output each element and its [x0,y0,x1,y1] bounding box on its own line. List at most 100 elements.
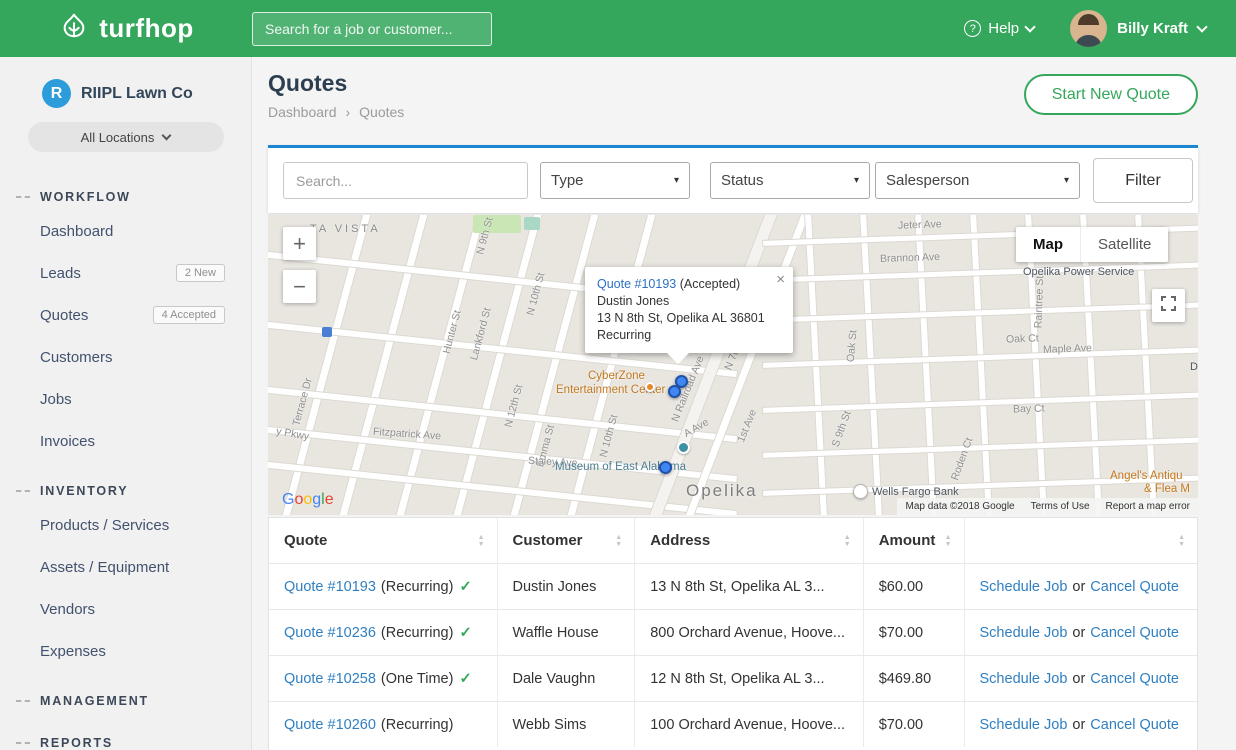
table-header-customer[interactable]: Customer▲▼ [498,518,636,563]
terms-of-use-link[interactable]: Terms of Use [1031,501,1090,512]
nav-section-header[interactable]: REPORTS [0,728,251,750]
quote-type: (Recurring) [381,717,454,733]
quote-marker[interactable] [668,385,681,398]
poi-museum-icon[interactable] [677,441,690,454]
map-type-satellite-button[interactable]: Satellite [1080,227,1168,262]
sidebar-item-quotes[interactable]: Quotes4 Accepted [0,294,251,336]
zoom-in-button[interactable]: + [283,227,316,260]
poi-cyberzone-label[interactable]: CyberZone [588,370,645,382]
map-type-map-button[interactable]: Map [1016,227,1080,262]
location-selector[interactable]: All Locations [28,122,224,152]
schedule-job-link[interactable]: Schedule Job [980,579,1068,595]
sidebar-item-dashboard[interactable]: Dashboard [0,210,251,252]
company-header[interactable]: R RIIPL Lawn Co [0,57,251,108]
street-label: N 12th St [502,383,525,428]
map-city-label: Opelika [686,481,758,501]
user-menu[interactable]: Billy Kraft [1070,10,1206,47]
topbar-search-input[interactable] [252,12,492,46]
dash-icon [16,700,30,702]
street-label: Brannon Ave [880,251,940,265]
filter-bar: Type ▾ Status ▾ Salesperson ▾ Filter [268,145,1198,213]
quote-link[interactable]: Quote #10193 [284,579,376,595]
sidebar-item-label: Customers [40,349,113,366]
infowindow-frequency: Recurring [597,327,781,344]
google-letter: g [312,491,321,508]
zoom-out-button[interactable]: − [283,270,316,303]
nav-section-inventory: INVENTORY Products / Services Assets / E… [0,476,251,672]
customer-cell: Waffle House [498,610,636,655]
infowindow-quote-link[interactable]: Quote #10193 [597,277,676,291]
cancel-quote-link[interactable]: Cancel Quote [1090,579,1179,595]
sort-icon[interactable]: ▲▼ [615,534,622,548]
nav-section-header[interactable]: MANAGEMENT [0,686,251,714]
table-row: Quote #10236(Recurring)✓ Waffle House 80… [269,609,1197,655]
map-copyright: Map data ©2018 Google [905,501,1014,512]
filter-button[interactable]: Filter [1093,158,1193,203]
fullscreen-icon [1161,296,1176,316]
poi-wells-fargo-icon[interactable] [853,484,868,499]
dash-icon [16,196,30,198]
quote-type: (One Time) [381,671,454,687]
map-canvas[interactable]: TA VISTA Opelika N 10th St N 10th St N 9… [268,215,1198,515]
schedule-job-link[interactable]: Schedule Job [980,625,1068,641]
street-label: Raintree St [1032,276,1046,329]
table-header-quote[interactable]: Quote▲▼ [269,518,498,563]
sidebar-item-customers[interactable]: Customers [0,336,251,378]
table-header-address[interactable]: Address▲▼ [635,518,864,563]
brand-name: turfhop [99,13,193,44]
cancel-quote-link[interactable]: Cancel Quote [1090,717,1179,733]
quote-link[interactable]: Quote #10260 [284,717,376,733]
sidebar-item-leads[interactable]: Leads2 New [0,252,251,294]
start-new-quote-button[interactable]: Start New Quote [1024,74,1198,115]
quote-link[interactable]: Quote #10258 [284,671,376,687]
map-park [524,217,540,230]
chevron-down-icon [1196,21,1207,32]
quotes-search-input[interactable] [283,162,528,199]
quote-type: (Recurring) [381,625,454,641]
breadcrumb-quotes: Quotes [359,104,404,120]
sort-icon[interactable]: ▲▼ [945,534,952,548]
nav-section-header: INVENTORY [0,476,251,504]
poi-power-service-label[interactable]: Opelika Power Service [1023,266,1134,278]
cancel-quote-link[interactable]: Cancel Quote [1090,625,1179,641]
sidebar-item-expenses[interactable]: Expenses [0,630,251,672]
breadcrumb-dashboard[interactable]: Dashboard [268,104,337,120]
fullscreen-button[interactable] [1152,289,1185,322]
sort-icon[interactable]: ▲▼ [1178,534,1185,548]
quote-link[interactable]: Quote #10236 [284,625,376,641]
sort-icon[interactable]: ▲▼ [478,534,485,548]
table-header-amount[interactable]: Amount▲▼ [864,518,965,563]
chevron-down-icon [162,131,172,141]
topbar: turfhop ? Help Billy Kraft [0,0,1236,57]
poi-wells-fargo-label[interactable]: Wells Fargo Bank [872,486,959,498]
poi-angels-label2[interactable]: & Flea M [1144,483,1190,495]
brand[interactable]: turfhop [0,11,252,46]
schedule-job-link[interactable]: Schedule Job [980,717,1068,733]
nav-section-label: REPORTS [40,736,113,750]
poi-cyberzone-icon[interactable] [645,382,655,392]
help-menu[interactable]: ? Help [964,20,1034,37]
quote-marker[interactable] [659,461,672,474]
salesperson-select[interactable]: Salesperson ▾ [875,162,1080,199]
status-select[interactable]: Status ▾ [710,162,870,199]
sort-icon[interactable]: ▲▼ [844,534,851,548]
sidebar-item-jobs[interactable]: Jobs [0,378,251,420]
schedule-job-link[interactable]: Schedule Job [980,671,1068,687]
google-logo[interactable]: Google [282,491,334,509]
sidebar-item-invoices[interactable]: Invoices [0,420,251,462]
sidebar-item-products-services[interactable]: Products / Services [0,504,251,546]
cancel-quote-link[interactable]: Cancel Quote [1090,671,1179,687]
type-select[interactable]: Type ▾ [540,162,690,199]
close-icon[interactable]: × [776,271,785,288]
sidebar-item-assets-equipment[interactable]: Assets / Equipment [0,546,251,588]
poi-blue-icon[interactable] [322,327,332,337]
help-icon: ? [964,20,981,37]
sidebar-item-vendors[interactable]: Vendors [0,588,251,630]
poi-angels-label[interactable]: Angel's Antiqu [1110,470,1183,482]
street-label: S 9th St [830,409,854,448]
nav-section-workflow: WORKFLOW Dashboard Leads2 New Quotes4 Ac… [0,182,251,462]
table-header-actions[interactable]: ▲▼ [965,518,1197,563]
report-map-error-link[interactable]: Report a map error [1106,501,1190,512]
address-cell: 100 Orchard Avenue, Hoove... [635,702,864,747]
customer-cell: Dale Vaughn [498,656,636,701]
